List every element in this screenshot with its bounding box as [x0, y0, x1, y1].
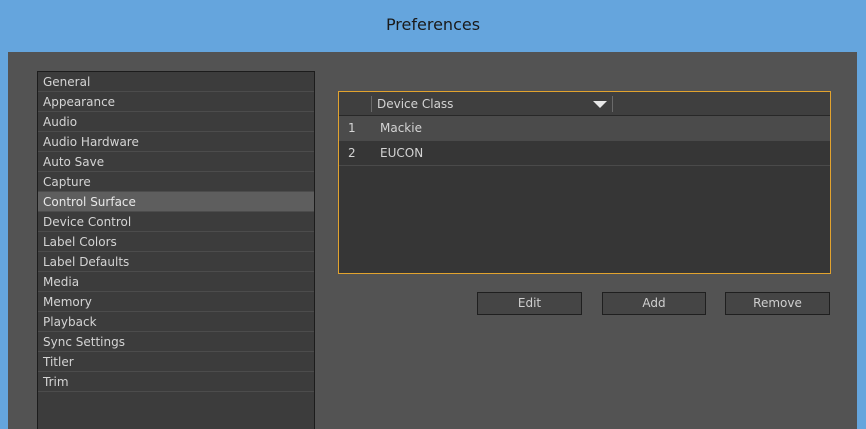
sidebar-item-general[interactable]: General [38, 72, 314, 92]
device-class-column-header[interactable]: Device Class [377, 92, 453, 116]
column-divider [612, 96, 613, 112]
device-name: Mackie [380, 121, 422, 135]
device-name: EUCON [380, 146, 424, 160]
sidebar-item-control-surface[interactable]: Control Surface [38, 192, 314, 212]
sidebar-item-trim[interactable]: Trim [38, 372, 314, 392]
preferences-category-list[interactable]: General Appearance Audio Audio Hardware … [37, 71, 315, 429]
sidebar-item-capture[interactable]: Capture [38, 172, 314, 192]
sidebar-item-sync-settings[interactable]: Sync Settings [38, 332, 314, 352]
preferences-panel: General Appearance Audio Audio Hardware … [8, 52, 857, 429]
sidebar-item-device-control[interactable]: Device Control [38, 212, 314, 232]
add-button[interactable]: Add [602, 292, 706, 315]
remove-button[interactable]: Remove [725, 292, 830, 315]
column-divider [371, 96, 372, 112]
sidebar-item-audio-hardware[interactable]: Audio Hardware [38, 132, 314, 152]
sidebar-item-media[interactable]: Media [38, 272, 314, 292]
sidebar-item-label-defaults[interactable]: Label Defaults [38, 252, 314, 272]
table-row[interactable]: 1 Mackie [339, 116, 830, 141]
sidebar-item-auto-save[interactable]: Auto Save [38, 152, 314, 172]
row-index: 1 [348, 121, 356, 135]
title-bar[interactable]: Preferences [0, 0, 866, 52]
table-header: Device Class [339, 92, 830, 116]
edit-button[interactable]: Edit [477, 292, 582, 315]
row-index: 2 [348, 146, 356, 160]
sidebar-item-appearance[interactable]: Appearance [38, 92, 314, 112]
table-row[interactable]: 2 EUCON [339, 141, 830, 166]
sidebar-item-label-colors[interactable]: Label Colors [38, 232, 314, 252]
triangle-down-icon[interactable] [593, 101, 607, 108]
sidebar-item-memory[interactable]: Memory [38, 292, 314, 312]
sidebar-item-audio[interactable]: Audio [38, 112, 314, 132]
sidebar-item-titler[interactable]: Titler [38, 352, 314, 372]
sidebar-item-playback[interactable]: Playback [38, 312, 314, 332]
device-class-table[interactable]: Device Class 1 Mackie 2 EUCON [338, 91, 831, 274]
window-title: Preferences [385, 15, 481, 34]
